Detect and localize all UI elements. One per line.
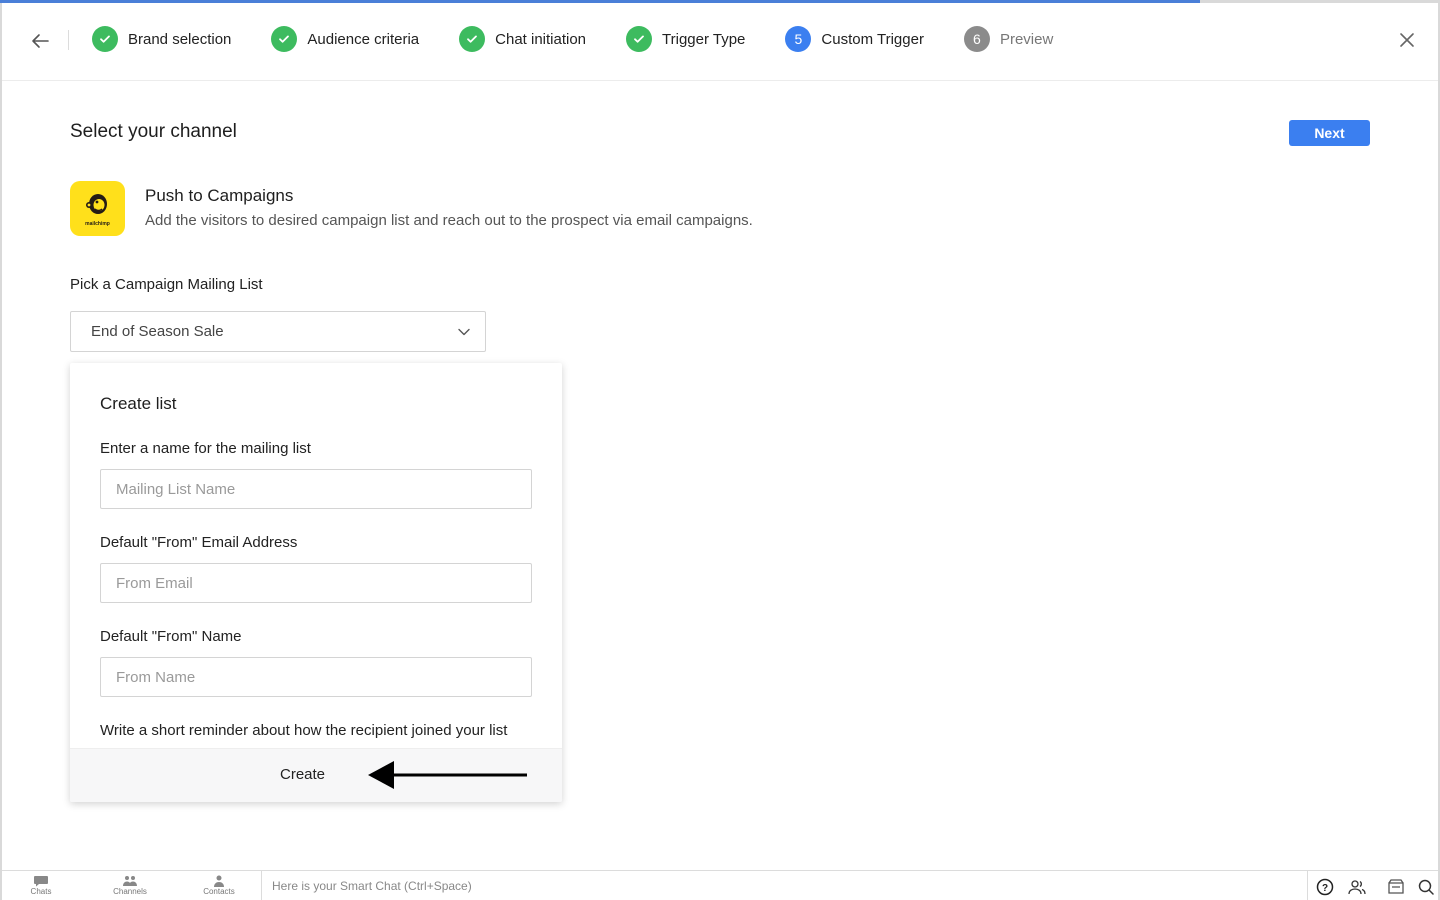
smart-chat-bar [261, 871, 1308, 900]
help-icon[interactable]: ? [1315, 877, 1335, 897]
step-preview[interactable]: 6 Preview [963, 26, 1054, 52]
from-name-input[interactable] [100, 657, 532, 697]
check-icon [626, 26, 653, 52]
search-icon[interactable] [1416, 877, 1436, 897]
smart-chat-input[interactable] [262, 871, 1307, 900]
mailchimp-logo: mailchimp [70, 181, 125, 236]
from-email-input[interactable] [100, 563, 532, 603]
person-icon [214, 875, 224, 887]
svg-text:?: ? [1322, 883, 1328, 894]
check-icon [92, 26, 118, 52]
step-label: Chat initiation [495, 30, 587, 48]
channels-tab[interactable]: Channels [100, 875, 160, 896]
step-label: Trigger Type [662, 30, 746, 48]
mailing-list-name-input[interactable] [100, 469, 532, 509]
step-label: Custom Trigger [821, 30, 924, 48]
inbox-icon[interactable] [1386, 877, 1406, 897]
mailing-list-label: Pick a Campaign Mailing List [70, 276, 263, 293]
from-email-label: Default "From" Email Address [100, 534, 298, 551]
step-label: Preview [999, 30, 1054, 48]
users-icon[interactable] [1347, 877, 1367, 897]
popup-footer: Create [70, 748, 562, 802]
step-trigger-type[interactable]: Trigger Type [626, 26, 745, 52]
back-arrow-icon[interactable] [28, 29, 52, 53]
step-number-badge: 5 [785, 26, 812, 52]
step-label: Brand selection [128, 30, 232, 48]
channel-description: Add the visitors to desired campaign lis… [145, 212, 753, 229]
channel-name: Push to Campaigns [145, 186, 294, 205]
step-custom-trigger[interactable]: 5 Custom Trigger [785, 26, 924, 52]
popup-title: Create list [100, 394, 177, 413]
contacts-label: Contacts [203, 887, 235, 896]
mailchimp-monkey-icon [85, 194, 107, 214]
close-icon[interactable] [1397, 30, 1417, 50]
mailing-list-name-label: Enter a name for the mailing list [100, 440, 311, 457]
selected-mailing-list: End of Season Sale [91, 323, 224, 340]
step-chat-initiation[interactable]: Chat initiation [459, 26, 586, 52]
contacts-tab[interactable]: Contacts [189, 875, 249, 896]
page-title: Select your channel [70, 121, 237, 142]
stepper: Brand selection Audience criteria Chat i… [92, 26, 1093, 52]
chats-tab[interactable]: Chats [11, 875, 71, 896]
create-button[interactable]: Create [280, 766, 325, 783]
step-audience-criteria[interactable]: Audience criteria [271, 26, 419, 52]
pointer-arrow-icon [368, 761, 527, 789]
logo-wordmark: mailchimp [85, 221, 110, 227]
chevron-down-icon [458, 328, 470, 336]
check-icon [271, 26, 298, 52]
reminder-label: Write a short reminder about how the rec… [100, 722, 508, 739]
step-brand-selection[interactable]: Brand selection [92, 26, 231, 52]
step-number-badge: 6 [963, 26, 990, 52]
chats-label: Chats [30, 887, 52, 896]
header-divider [68, 30, 69, 50]
create-list-popup: Create list Enter a name for the mailing… [70, 363, 562, 802]
from-name-label: Default "From" Name [100, 628, 242, 645]
mailing-list-select[interactable]: End of Season Sale [70, 311, 486, 352]
wizard-header: Brand selection Audience criteria Chat i… [2, 3, 1438, 81]
channels-label: Channels [113, 887, 147, 896]
chat-bubble-icon [34, 876, 48, 887]
check-icon [459, 26, 486, 52]
bottom-bar: Chats Channels Contacts ? [2, 870, 1438, 900]
step-label: Audience criteria [307, 30, 420, 48]
next-button[interactable]: Next [1289, 120, 1370, 146]
people-group-icon [123, 876, 137, 886]
